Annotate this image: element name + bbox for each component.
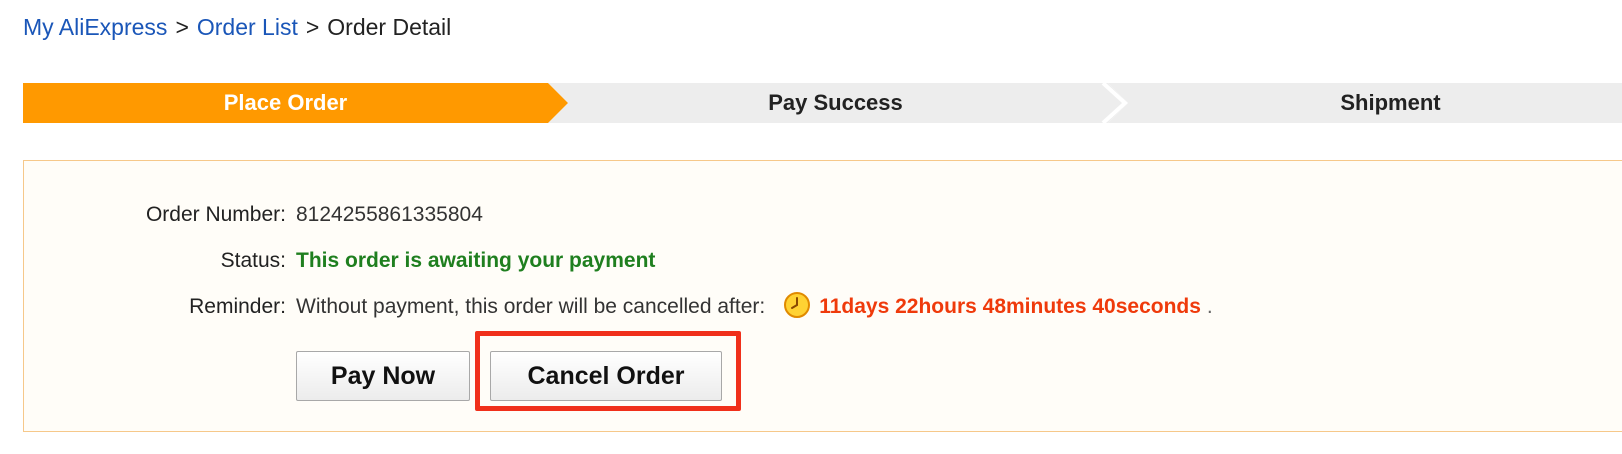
countdown-suffix: .: [1206, 295, 1213, 318]
order-info-panel: Order Number: 8124255861335804 Status: T…: [23, 160, 1622, 432]
order-number-value: 8124255861335804: [296, 203, 483, 226]
breadcrumb: My AliExpress > Order List > Order Detail: [23, 12, 451, 42]
step-shipment: Shipment: [1340, 90, 1441, 115]
cancel-order-button[interactable]: Cancel Order: [490, 351, 722, 401]
clock-icon: [784, 292, 811, 319]
countdown-timer: 11days 22hours 48minutes 40seconds: [819, 295, 1201, 318]
pay-now-button[interactable]: Pay Now: [296, 351, 470, 401]
reminder-label: Reminder:: [189, 295, 286, 318]
status-label: Status:: [220, 249, 286, 272]
order-detail-page: My AliExpress > Order List > Order Detail Pl…: [0, 0, 1622, 454]
step-place-order: Place Order: [223, 90, 348, 115]
breadcrumb-current: Order Detail: [327, 14, 452, 40]
reminder-text: Without payment, this order will be canc…: [296, 295, 766, 318]
order-progress-steps: Place Order Pay Success Shipment: [23, 83, 1622, 123]
step-pay-success: Pay Success: [768, 90, 903, 115]
breadcrumb-order-list[interactable]: Order List: [197, 14, 298, 40]
status-value: This order is awaiting your payment: [296, 249, 656, 272]
order-number-label: Order Number:: [145, 203, 286, 226]
breadcrumb-separator: >: [175, 14, 189, 40]
breadcrumb-separator: >: [305, 14, 320, 40]
reminder-value: Without payment, this order will be canc…: [296, 292, 1213, 322]
breadcrumb-my-aliexpress[interactable]: My AliExpress: [23, 14, 167, 40]
